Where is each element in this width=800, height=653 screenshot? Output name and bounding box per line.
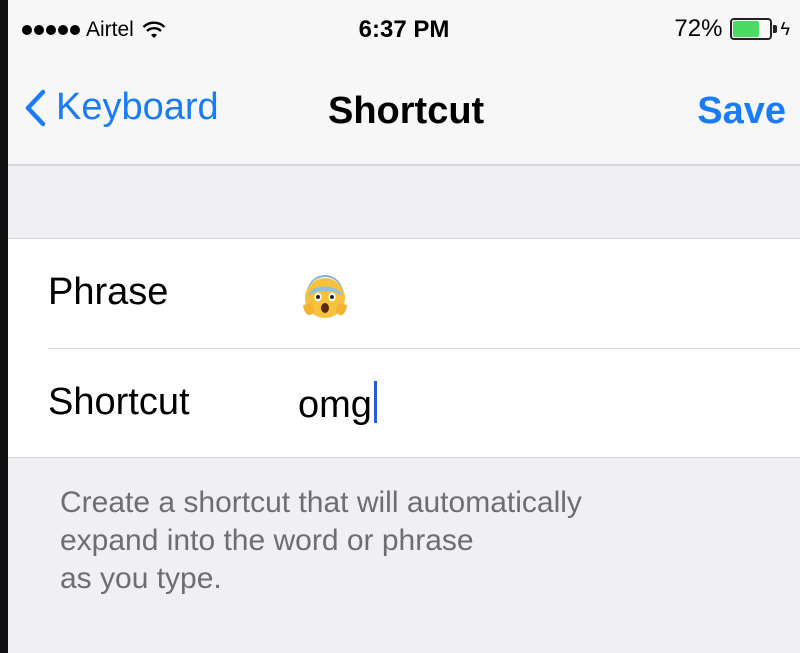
battery-group: 72% ϟ (674, 15, 790, 43)
navigation-bar: Keyboard Shortcut Save (8, 62, 800, 166)
chevron-left-icon (25, 89, 46, 126)
shortcut-input-text: omg (298, 384, 372, 426)
phone-screen: Airtel 6:37 PM 72% ϟ Keyboard Shortcut S… (0, 0, 800, 653)
phrase-row[interactable]: Phrase (8, 239, 800, 349)
shortcut-label: Shortcut (48, 381, 190, 423)
shortcut-form: Phrase Shortcut omg (8, 238, 800, 458)
back-button[interactable]: Keyboard (22, 86, 219, 129)
status-bar: Airtel 6:37 PM 72% ϟ (8, 0, 800, 62)
shortcut-help-text: Create a shortcut that will automaticall… (60, 486, 582, 595)
text-cursor (373, 381, 377, 423)
save-button[interactable]: Save (697, 90, 786, 133)
face-screaming-in-fear-emoji-icon[interactable] (300, 271, 350, 321)
shortcut-row[interactable]: Shortcut omg (8, 349, 800, 459)
battery-percent: 72% (674, 15, 723, 42)
back-button-label: Keyboard (56, 86, 219, 128)
shortcut-input[interactable]: omg (298, 381, 377, 427)
page-title: Shortcut (328, 90, 485, 132)
phrase-label: Phrase (48, 271, 169, 313)
battery-icon (730, 18, 778, 40)
charging-bolt-icon: ϟ (780, 18, 790, 39)
